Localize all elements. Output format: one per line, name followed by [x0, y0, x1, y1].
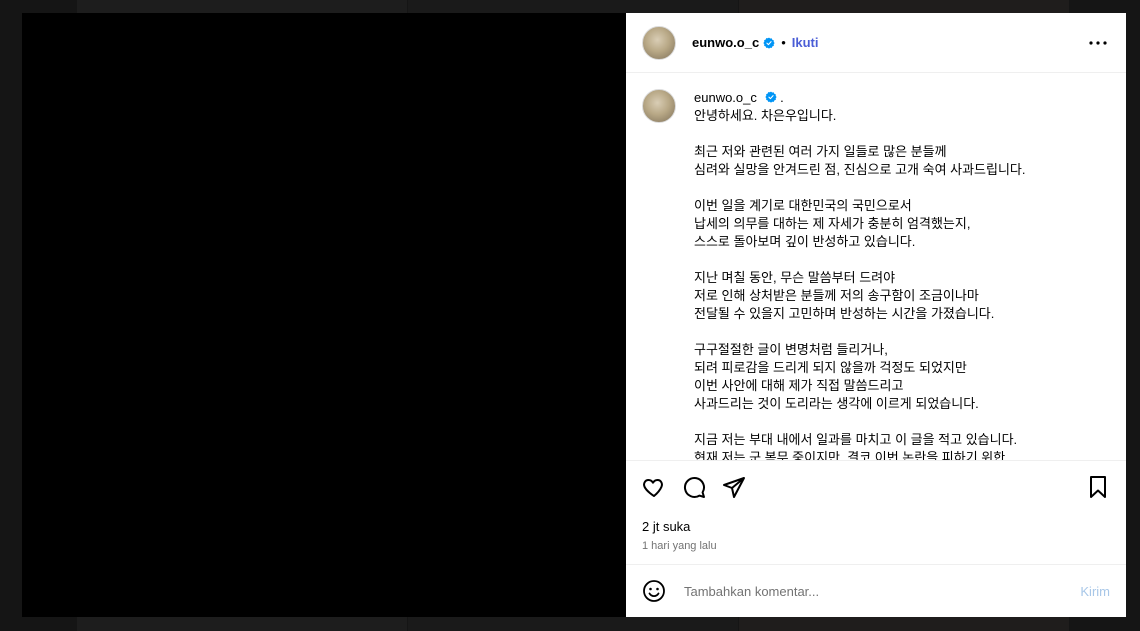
comment-bar: Kirim: [626, 564, 1126, 617]
post-actions: 2 jt suka 1 hari yang lalu: [626, 460, 1126, 564]
caption-line: 지난 며칠 동안, 무슨 말씀부터 드려야: [694, 270, 896, 285]
caption-line: 이번 일을 계기로 대한민국의 국민으로서: [694, 198, 912, 213]
more-options-button[interactable]: [1086, 31, 1110, 55]
caption-line: [694, 125, 1026, 143]
caption-line: 심려와 실망을 안겨드린 점, 진심으로 고개 숙여 사과드립니다.: [694, 162, 1026, 177]
caption-body: eunwo.o_c . 안녕하세요. 차은우입니다. 최근 저와 관련된 여러 …: [694, 89, 1026, 460]
post-modal: eunwo.o_c • Ikuti eunwo.o_c . 안녕하세요. 차은우…: [22, 13, 1126, 617]
share-button[interactable]: [722, 475, 746, 499]
send-comment-button[interactable]: Kirim: [1080, 584, 1110, 599]
caption-line: [694, 413, 1026, 431]
more-icon: [1089, 40, 1107, 45]
caption-line: 현재 저는 군 복무 중이지만, 결코 이번 논란을 피하기 위한: [694, 450, 1006, 460]
post-side-panel: eunwo.o_c • Ikuti eunwo.o_c . 안녕하세요. 차은우…: [626, 13, 1126, 617]
caption-line: [694, 251, 1026, 269]
caption-line: 이번 사안에 대해 제가 직접 말씀드리고: [694, 378, 904, 393]
caption-line: 지금 저는 부대 내에서 일과를 마치고 이 글을 적고 있습니다.: [694, 432, 1018, 447]
heart-icon: [643, 479, 663, 497]
comment-button[interactable]: [682, 475, 706, 499]
caption-line: 스스로 돌아보며 깊이 반성하고 있습니다.: [694, 234, 916, 249]
like-button[interactable]: [642, 475, 666, 499]
verified-badge-icon: [763, 37, 775, 49]
caption-line: 사과드리는 것이 도리라는 생각에 이르게 되었습니다.: [694, 396, 979, 411]
caption-username-link[interactable]: eunwo.o_c: [694, 90, 757, 105]
caption-line: 최근 저와 관련된 여러 가지 일들로 많은 분들께: [694, 144, 947, 159]
comment-input[interactable]: [682, 582, 1081, 600]
caption-line: 납세의 의무를 대하는 제 자세가 충분히 엄격했는지,: [694, 216, 971, 231]
follow-button[interactable]: Ikuti: [792, 35, 819, 50]
caption-line: [694, 323, 1026, 341]
separator-dot: •: [781, 35, 786, 50]
save-button[interactable]: [1086, 475, 1110, 499]
caption-dot: .: [780, 90, 784, 105]
likes-count[interactable]: 2 jt suka: [642, 519, 1110, 534]
caption-line: 전달될 수 있을지 고민하며 반성하는 시간을 가졌습니다.: [694, 306, 995, 321]
caption-line: [694, 179, 1026, 197]
caption-scroll-area[interactable]: eunwo.o_c . 안녕하세요. 차은우입니다. 최근 저와 관련된 여러 …: [626, 73, 1126, 460]
share-icon: [723, 477, 745, 498]
bookmark-icon: [1090, 476, 1106, 498]
emoji-icon[interactable]: [642, 579, 666, 603]
caption-line: 저로 인해 상처받은 분들께 저의 송구함이 조금이나마: [694, 288, 979, 303]
avatar[interactable]: [642, 25, 676, 60]
post-header: eunwo.o_c • Ikuti: [626, 13, 1126, 73]
caption-line: 안녕하세요. 차은우입니다.: [694, 108, 837, 123]
caption-line: 구구절절한 글이 변명처럼 들리거나,: [694, 342, 888, 357]
post-timestamp[interactable]: 1 hari yang lalu: [642, 540, 1110, 552]
caption-header: eunwo.o_c .: [694, 89, 1026, 107]
username-link[interactable]: eunwo.o_c: [692, 35, 759, 50]
caption-lines: 안녕하세요. 차은우입니다. 최근 저와 관련된 여러 가지 일들로 많은 분들…: [694, 107, 1026, 460]
verified-badge-icon: [764, 91, 777, 103]
action-icons-row: [642, 471, 1110, 503]
post-media[interactable]: [22, 13, 626, 617]
comment-icon: [683, 476, 705, 498]
caption-line: 되려 피로감을 드리게 되지 않을까 걱정도 되었지만: [694, 360, 967, 375]
caption-avatar[interactable]: [642, 89, 676, 123]
